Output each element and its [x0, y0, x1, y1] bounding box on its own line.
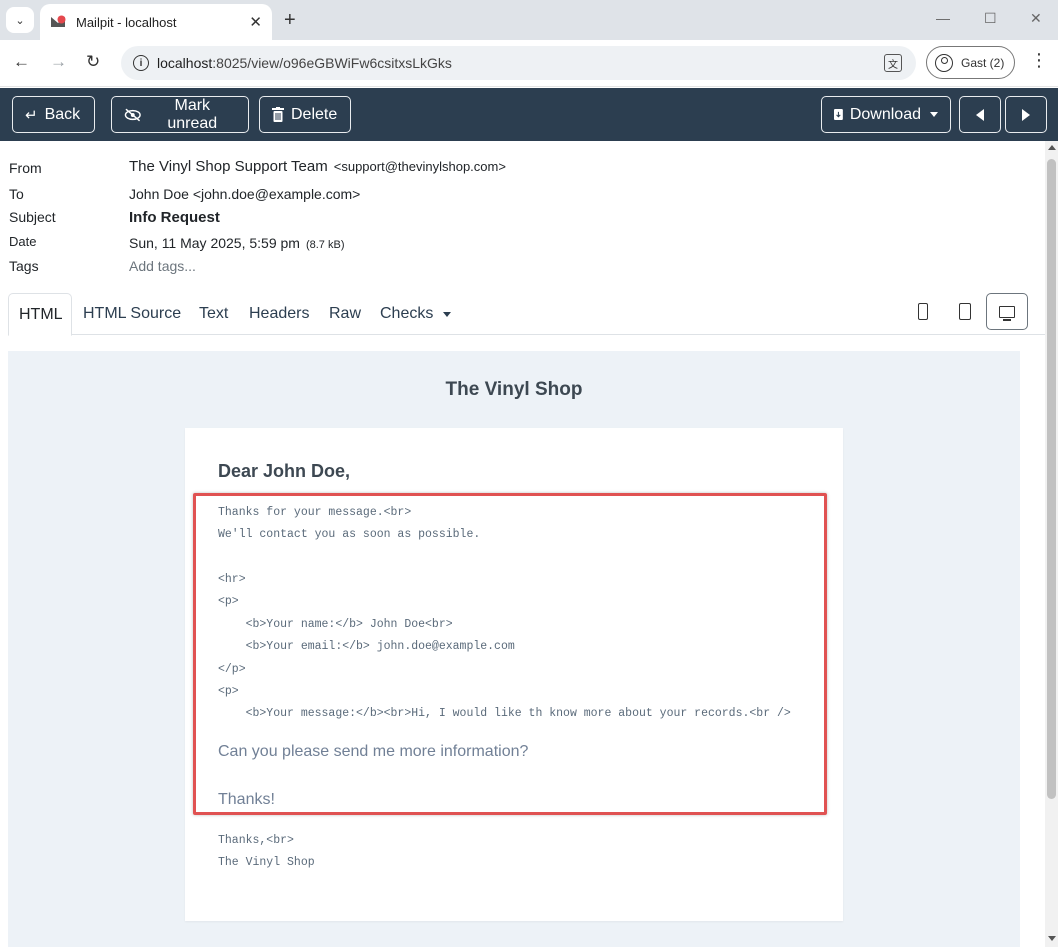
- tab-headers[interactable]: Headers: [239, 293, 319, 335]
- to-value: John Doe <john.doe@example.com>: [129, 186, 361, 202]
- browser-toolbar: ← → ↻ i localhost:8025/view/o96eGBWiFw6c…: [0, 40, 1058, 87]
- trash-icon: [272, 107, 284, 122]
- profile-button[interactable]: Gast (2): [926, 46, 1015, 79]
- message-tabs: HTML HTML Source Text Headers Raw Checks: [8, 293, 1045, 336]
- return-arrow-icon: ↵: [25, 106, 38, 124]
- shop-title: The Vinyl Shop: [445, 379, 583, 400]
- subject-value: Info Request: [129, 209, 220, 226]
- window-close-icon[interactable]: ✕: [1030, 10, 1042, 27]
- address-bar[interactable]: i localhost:8025/view/o96eGBWiFw6csitxsL…: [121, 46, 916, 80]
- tablet-icon: [959, 303, 971, 320]
- tab-raw[interactable]: Raw: [319, 293, 371, 335]
- url-text: localhost:8025/view/o96eGBWiFw6csitxsLkG…: [157, 55, 452, 71]
- reload-icon[interactable]: ↻: [86, 52, 100, 72]
- mark-unread-button[interactable]: Mark unread: [111, 96, 249, 133]
- tab-checks[interactable]: Checks: [370, 293, 461, 335]
- tab-title: Mailpit - localhost: [76, 14, 177, 30]
- page-scrollbar[interactable]: [1045, 141, 1058, 947]
- site-info-icon[interactable]: i: [133, 55, 149, 71]
- next-message-button[interactable]: [1005, 96, 1047, 133]
- person-icon: [935, 53, 953, 72]
- tags-label: Tags: [9, 258, 39, 274]
- eye-slash-icon: [124, 108, 141, 121]
- tab-html[interactable]: HTML: [8, 293, 72, 336]
- maximize-icon[interactable]: ☐: [984, 10, 997, 27]
- delete-button[interactable]: Delete: [259, 96, 351, 133]
- back-arrow-icon[interactable]: ←: [13, 52, 30, 72]
- scroll-down-icon[interactable]: [1048, 936, 1056, 941]
- back-button[interactable]: ↵ Back: [12, 96, 95, 133]
- email-preview: The Vinyl Shop Dear John Doe, Thanks for…: [8, 351, 1020, 947]
- tab-html-source[interactable]: HTML Source: [73, 293, 191, 335]
- file-download-icon: [834, 108, 843, 121]
- tablet-view-button[interactable]: [944, 293, 986, 330]
- desktop-view-button[interactable]: [986, 293, 1028, 330]
- checks-caret-icon: [443, 311, 452, 317]
- tab-close-icon[interactable]: ✕: [249, 13, 262, 31]
- date-value: Sun, 11 May 2025, 5:59 pm (8.7 kB): [129, 235, 345, 251]
- caret-right-icon: [1022, 108, 1030, 121]
- minimize-icon[interactable]: —: [936, 10, 950, 26]
- subject-label: Subject: [9, 209, 56, 225]
- scroll-thumb[interactable]: [1047, 159, 1056, 799]
- dropdown-caret-icon: [930, 112, 938, 117]
- phone-view-button[interactable]: [902, 293, 944, 330]
- greeting: Dear John Doe,: [218, 461, 351, 481]
- highlight-box: [193, 493, 827, 815]
- translate-icon[interactable]: 文: [884, 54, 902, 72]
- previous-message-button[interactable]: [959, 96, 1001, 133]
- browser-tab[interactable]: Mailpit - localhost ✕: [40, 4, 272, 40]
- new-tab-icon[interactable]: +: [284, 9, 296, 31]
- from-label: From: [9, 160, 42, 176]
- app-header: ↵ Back Mark unread Delete Download: [0, 88, 1058, 141]
- download-button[interactable]: Download: [821, 96, 951, 133]
- size-value: (8.7 kB): [305, 239, 345, 251]
- scroll-up-icon[interactable]: [1048, 145, 1056, 150]
- phone-icon: [918, 303, 928, 320]
- caret-left-icon: [976, 108, 984, 121]
- from-value: The Vinyl Shop Support Team <support@thev…: [129, 158, 506, 175]
- browser-tabstrip: ⌄ Mailpit - localhost ✕ + — ☐ ✕: [0, 0, 1058, 40]
- footer-line: The Vinyl Shop: [218, 856, 315, 869]
- date-label: Date: [9, 234, 37, 249]
- footer-line: Thanks,<br>: [218, 834, 294, 847]
- tab-text[interactable]: Text: [189, 293, 238, 335]
- tab-search-chevron-icon[interactable]: ⌄: [6, 7, 34, 33]
- menu-dots-icon[interactable]: ⋮: [1030, 50, 1048, 71]
- add-tags-input[interactable]: Add tags...: [129, 258, 196, 274]
- forward-arrow-icon[interactable]: →: [50, 52, 67, 72]
- mailpit-favicon-icon: [51, 15, 66, 27]
- desktop-icon: [999, 305, 1015, 321]
- to-label: To: [9, 186, 24, 202]
